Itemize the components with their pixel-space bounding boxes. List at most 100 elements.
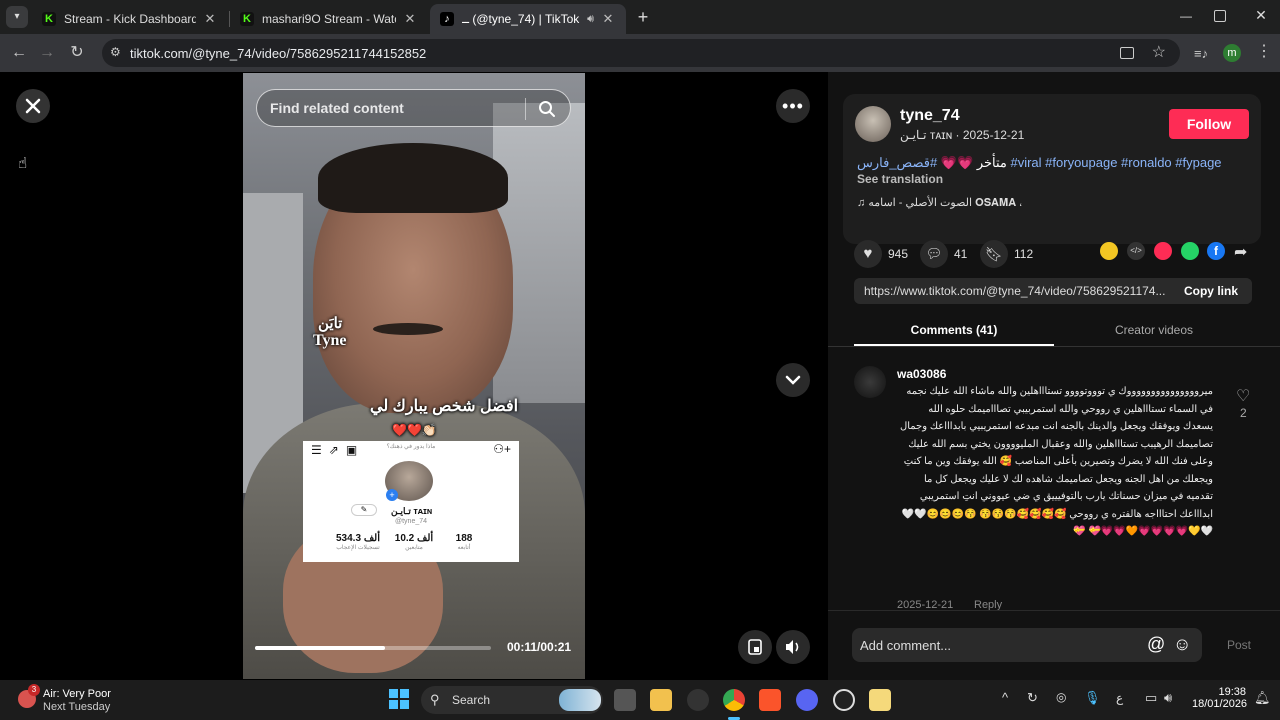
kick-logo-icon: K [42, 12, 56, 26]
profile-avatar[interactable]: m [1223, 44, 1241, 62]
new-tab-button[interactable]: + [632, 6, 654, 28]
comment-like-icon[interactable]: ♡ [1236, 386, 1250, 406]
tabs-divider [828, 346, 1280, 347]
music-label[interactable]: ♫ الصوت الأصلي - اسامه 𝐎𝐒𝐀𝐌𝐀 ، [857, 196, 1022, 210]
related-search-input[interactable]: Find related content [256, 89, 571, 127]
phone-stat: 10.2 ألف متابعين [394, 533, 434, 551]
task-view-icon[interactable] [614, 689, 636, 711]
comment-action[interactable]: 💬︎ 41 [920, 240, 967, 268]
phone-toolbar: ☰⇗▣ [311, 443, 365, 457]
taskbar-search[interactable]: ⚲ Search [421, 686, 603, 714]
tab-kick-dashboard[interactable]: K Stream - Kick Dashboard ✕ [32, 4, 228, 34]
more-options-button[interactable]: ••• [776, 89, 810, 123]
maximize-button[interactable] [1214, 10, 1226, 22]
url-text: tiktok.com/@tyne_74/video/75862952117441… [130, 45, 427, 61]
comment-text: ميروووووووووووووووك ي توووتوووو تستاااهل… [899, 386, 1213, 537]
tab-creator-videos[interactable]: Creator videos [1054, 323, 1254, 337]
post-comment-button[interactable]: Post [1227, 638, 1251, 652]
like-action[interactable]: ♥ 945 [854, 240, 908, 268]
back-button[interactable]: ← [8, 42, 30, 64]
search-icon[interactable] [538, 100, 556, 118]
weather-widget[interactable]: 3 Air: Very Poor Next Tuesday [18, 684, 138, 714]
author-avatar[interactable] [855, 106, 891, 142]
video-link-text: https://www.tiktok.com/@tyne_74/video/75… [864, 284, 1166, 298]
like-count: 945 [888, 247, 909, 261]
discord-icon[interactable] [796, 689, 818, 711]
openai-app-icon[interactable] [687, 689, 709, 711]
kick-logo-icon: K [240, 12, 254, 26]
volume-icon[interactable]: 🔊︎ [1164, 690, 1172, 706]
system-clock[interactable]: 19:38 18/01/2026 [1192, 686, 1247, 710]
start-quad [389, 700, 398, 709]
tray-eye-icon[interactable]: ◎ [1056, 690, 1066, 704]
tab-tiktok[interactable]: ♪ ــ (@tyne_74) | TikTok تـايـن 🔊︎ ✕ [430, 4, 626, 34]
tab-comments[interactable]: Comments (41) [854, 323, 1054, 337]
video-progress-fill [255, 646, 385, 650]
post-info-card: tyne_74 تـايـن ᴛᴀɪɴ · 2025-12-21 Follow … [843, 94, 1261, 244]
send-share-icon[interactable] [1154, 242, 1172, 260]
weather-badge: 3 [28, 684, 40, 696]
install-app-icon[interactable] [1120, 47, 1134, 59]
forward-button[interactable]: → [36, 42, 58, 64]
facebook-share-icon[interactable]: f [1207, 242, 1225, 260]
add-user-icon: ⚇+ [493, 442, 511, 456]
person-hair [318, 143, 508, 213]
emoji-icon[interactable]: ☺ [1173, 634, 1191, 655]
tray-chevron-icon[interactable]: ^ [1002, 690, 1008, 705]
close-tab-icon[interactable]: ✕ [600, 11, 616, 27]
tab-title: ــ (@tyne_74) | TikTok تـايـن [462, 12, 583, 26]
comment-icon: 💬︎ [920, 240, 948, 268]
comment-date: 2025-12-21 [897, 599, 954, 610]
video-progress-bar[interactable] [255, 646, 491, 650]
whatsapp-share-icon[interactable] [1181, 242, 1199, 260]
phone-stat: 188 أتابعه [455, 533, 473, 551]
commenter-name[interactable]: wa03086 [897, 367, 946, 381]
bookmark-star-icon[interactable]: ☆ [1152, 42, 1166, 62]
tray-sync-icon[interactable]: ↻ [1027, 690, 1038, 706]
embed-share-icon[interactable]: </> [1127, 242, 1145, 260]
follow-button[interactable]: Follow [1169, 109, 1249, 139]
windows-start-icon[interactable] [389, 689, 409, 709]
notification-bell-icon[interactable]: 🔔︎ [1254, 690, 1271, 706]
video-details-panel: tyne_74 تـايـن ᴛᴀɪɴ · 2025-12-21 Follow … [828, 72, 1280, 680]
tab-kick-stream[interactable]: K mashari9O Stream - Watch Live ✕ [230, 4, 428, 34]
address-bar[interactable]: ⚙ tiktok.com/@tyne_74/video/758629521174… [102, 39, 1180, 67]
close-video-button[interactable] [16, 89, 50, 123]
comment-input[interactable]: Add comment... @ ☺ [852, 628, 1202, 662]
chrome-icon[interactable] [723, 689, 745, 711]
close-tab-icon[interactable]: ✕ [202, 11, 218, 27]
reload-button[interactable]: ↻ [66, 42, 88, 64]
search-divider [525, 98, 526, 120]
site-info-icon[interactable]: ⚙ [110, 45, 121, 59]
tray-mic-icon[interactable]: 🎙︎ [1084, 690, 1101, 706]
minimize-button[interactable]: — [1176, 9, 1196, 25]
profile-screenshot-overlay: ☰⇗▣ ⚇+ ماذا يدور في ذهنك؟ + ✎ تـايـن ᴛᴀɪ… [303, 441, 519, 562]
media-controls-icon[interactable]: ≡♪ [1194, 46, 1208, 61]
next-video-button[interactable] [776, 363, 810, 397]
copy-link-button[interactable]: Copy link [1170, 278, 1252, 304]
pip-button[interactable] [738, 630, 772, 664]
repost-share-icon[interactable] [1100, 242, 1118, 260]
speaker-icon[interactable]: 🔊︎ [587, 13, 594, 26]
tab-search-button[interactable]: ▾ [6, 6, 28, 28]
network-icon[interactable]: ▭ [1145, 690, 1157, 706]
browser-menu-icon[interactable]: ⋮ [1256, 43, 1272, 61]
file-explorer-icon[interactable] [650, 689, 672, 711]
close-window-button[interactable]: ✕ [1252, 7, 1270, 25]
keyboard-language[interactable]: ع [1116, 691, 1123, 705]
mention-icon[interactable]: @ [1147, 634, 1165, 655]
volume-button[interactable] [776, 630, 810, 664]
commenter-avatar[interactable] [854, 366, 886, 398]
more-share-icon[interactable]: ➦ [1234, 242, 1247, 262]
video-player[interactable] [243, 73, 585, 679]
close-tab-icon[interactable]: ✕ [402, 11, 418, 27]
save-action[interactable]: 🔖︎ 112 [980, 240, 1033, 268]
tiktok-logo-icon: ♪ [440, 12, 454, 26]
caption-hashtags[interactable]: #قصص_فارس #viral #foryoupage #ronaldo #f… [857, 155, 1222, 170]
reply-link[interactable]: Reply [974, 599, 1002, 610]
see-translation-link[interactable]: See translation [857, 172, 943, 186]
notes-app-icon[interactable] [869, 689, 891, 711]
brave-icon[interactable] [759, 689, 781, 711]
author-username[interactable]: tyne_74 [900, 107, 960, 125]
steam-like-icon[interactable] [833, 689, 855, 711]
